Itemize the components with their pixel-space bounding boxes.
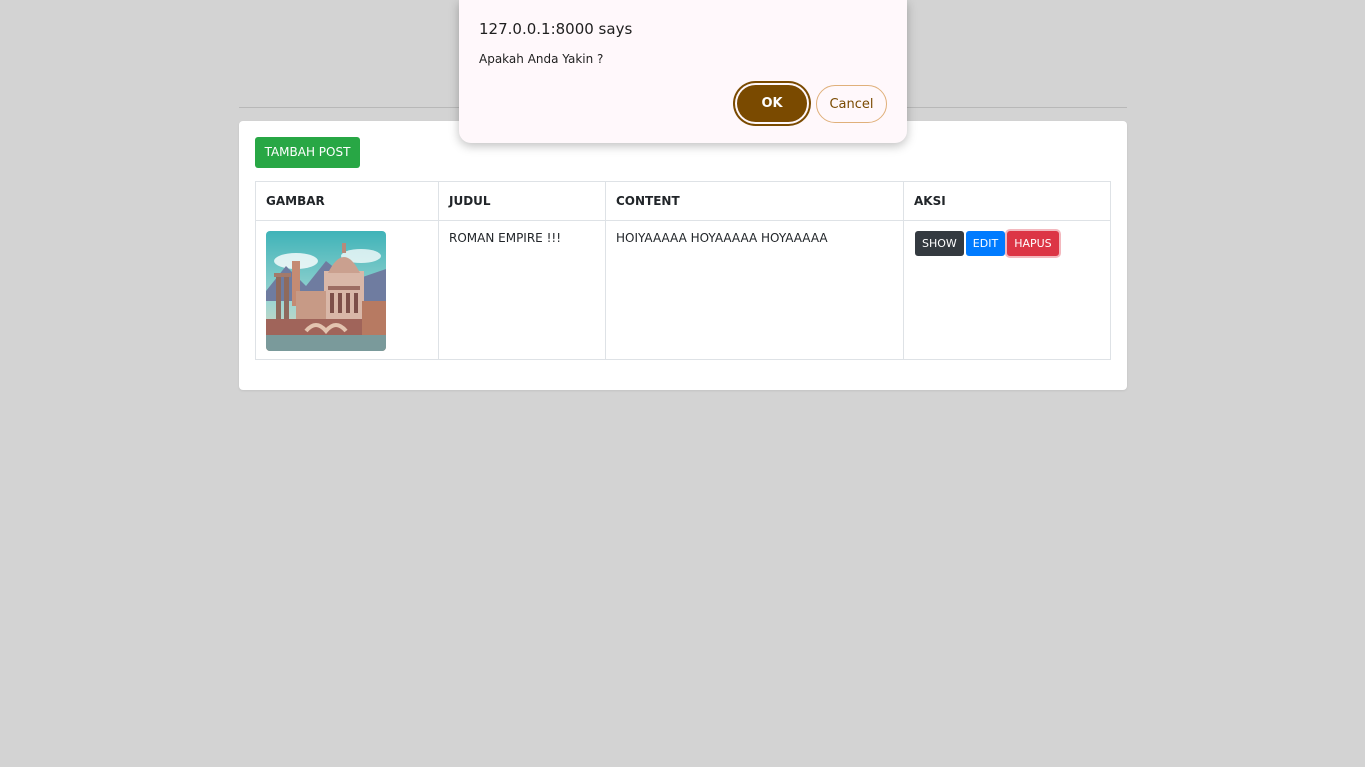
column-header-image: GAMBAR [255,181,439,221]
confirm-dialog: 127.0.0.1:8000 says Apakah Anda Yakin ? … [459,0,907,143]
content-cell: HOIYAAAAA HOYAAAAA HOYAAAAA [605,220,904,360]
post-image-thumbnail [266,231,386,351]
show-button[interactable]: SHOW [915,231,964,256]
delete-button[interactable]: HAPUS [1007,231,1059,256]
column-header-actions: AKSI [903,181,1111,221]
table-header-row: GAMBAR JUDUL CONTENT AKSI [255,181,1111,221]
edit-button[interactable]: EDIT [965,231,1006,256]
actions-cell: SHOW EDIT HAPUS [903,220,1111,360]
ok-button[interactable]: OK [737,85,807,122]
table-row: ROMAN EMPIRE !!! HOIYAAAAA HOYAAAAA HOYA… [255,220,1111,360]
dialog-title: 127.0.0.1:8000 says [479,20,633,38]
add-post-button[interactable]: TAMBAH POST [255,137,360,168]
posts-table: GAMBAR JUDUL CONTENT AKSI ROMAN EMPIRE !… [255,181,1111,360]
column-header-content: CONTENT [605,181,904,221]
image-cell [255,220,439,360]
page: TAMBAH POST GAMBAR JUDUL CONTENT AKSI RO… [0,0,1365,767]
posts-card: TAMBAH POST GAMBAR JUDUL CONTENT AKSI RO… [239,121,1127,390]
cancel-button[interactable]: Cancel [816,85,887,123]
dialog-message: Apakah Anda Yakin ? [479,52,604,66]
column-header-title: JUDUL [438,181,606,221]
title-cell: ROMAN EMPIRE !!! [438,220,606,360]
